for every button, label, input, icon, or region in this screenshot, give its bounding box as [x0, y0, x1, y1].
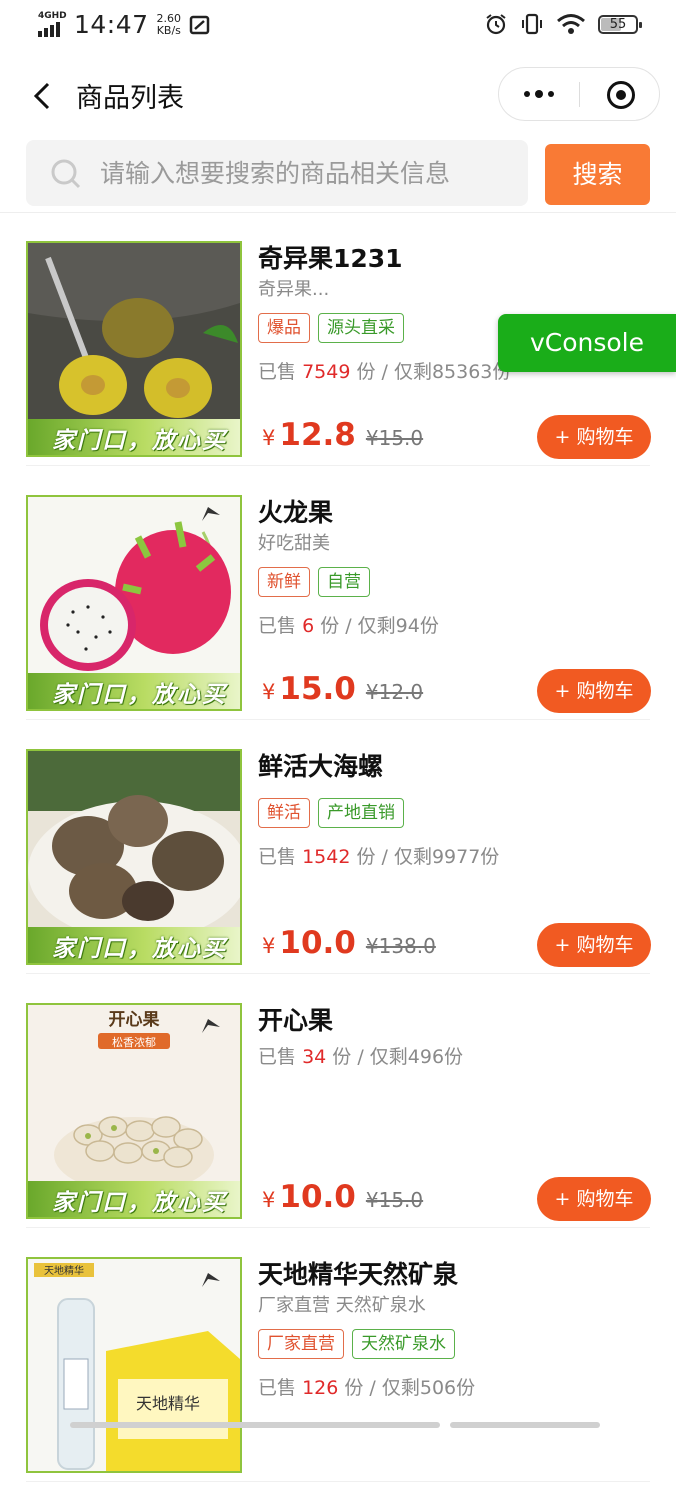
product-tag: 爆品: [258, 313, 310, 343]
product-name: 鲜活大海螺: [258, 752, 384, 781]
product-subtitle: 奇异果...: [258, 279, 330, 300]
add-to-cart-button[interactable]: + 购物车: [537, 669, 651, 713]
svg-text:天地精华: 天地精华: [136, 1394, 200, 1413]
nav-bar: 商品列表: [0, 62, 676, 128]
product-image[interactable]: 家门口，放心买: [26, 749, 242, 965]
image-banner: 家门口，放心买: [28, 419, 240, 455]
price: 15.0: [279, 671, 356, 707]
more-icon[interactable]: [521, 68, 557, 120]
product-tag: 天然矿泉水: [352, 1329, 455, 1359]
product-list: 家门口，放心买 奇异果1231 奇异果... 爆品 源头直采 已售 7549 份…: [0, 222, 676, 1492]
sales-info: 已售 1542 份 / 仅剩9977份: [258, 846, 500, 868]
sales-info: 已售 6 份 / 仅剩94份: [258, 615, 439, 637]
product-item[interactable]: 开心果 松香浓郁 家门口，放心买 开心果 已售 34 份 / 仅剩496份 ¥1…: [0, 984, 676, 1238]
product-item[interactable]: 天地精华 天地精华 天地精华天然矿泉 厂家直营 天然矿泉水 厂家直营 天然矿泉水…: [0, 1238, 676, 1492]
price: 12.8: [279, 417, 356, 453]
product-tag: 源头直采: [318, 313, 404, 343]
alarm-icon: [486, 14, 506, 35]
original-price: ¥138.0: [365, 934, 436, 958]
product-name: 火龙果: [258, 498, 334, 527]
battery-indicator: 55: [598, 14, 642, 34]
price-row: ¥10.0 ¥15.0: [262, 1179, 424, 1215]
product-name: 奇异果1231: [258, 244, 403, 273]
page-title: 商品列表: [76, 83, 184, 114]
product-tag: 自营: [318, 567, 370, 597]
product-name: 天地精华天然矿泉: [258, 1260, 459, 1289]
original-price: ¥15.0: [365, 1188, 424, 1212]
sales-info: 已售 126 份 / 仅剩506份: [258, 1377, 476, 1399]
scroll-indicator: [0, 1418, 676, 1428]
product-item[interactable]: 家门口，放心买 火龙果 好吃甜美 新鲜 自营 已售 6 份 / 仅剩94份 ¥1…: [0, 476, 676, 730]
search-box[interactable]: [26, 140, 528, 206]
search-icon: [51, 159, 81, 189]
price-row: ¥10.0 ¥138.0: [262, 925, 436, 961]
product-tag: 产地直销: [318, 798, 404, 828]
signal-icon: 4GHD: [36, 10, 67, 39]
svg-text:松香浓郁: 松香浓郁: [112, 1035, 156, 1049]
original-price: ¥15.0: [365, 426, 424, 450]
price-row: ¥12.8 ¥15.0: [262, 417, 424, 453]
vconsole-button[interactable]: vConsole: [498, 314, 676, 372]
add-to-cart-button[interactable]: + 购物车: [537, 415, 651, 459]
status-bar: 4GHD 14:47 2.60 KB/s 55: [0, 0, 676, 52]
screenshot-icon: [189, 15, 210, 34]
svg-text:天地精华: 天地精华: [44, 1264, 84, 1277]
wifi-icon: [557, 14, 585, 34]
product-image[interactable]: 开心果 松香浓郁 家门口，放心买: [26, 1003, 242, 1219]
product-image[interactable]: 天地精华 天地精华: [26, 1257, 242, 1473]
image-banner: 家门口，放心买: [28, 927, 240, 963]
product-image[interactable]: 家门口，放心买: [26, 241, 242, 457]
network-speed: 2.60 KB/s: [156, 11, 182, 37]
search-bar: 搜索: [0, 140, 676, 213]
product-name: 开心果: [258, 1006, 334, 1035]
product-image[interactable]: 家门口，放心买: [26, 495, 242, 711]
close-mini-program-icon[interactable]: [607, 81, 635, 109]
product-subtitle: 好吃甜美: [258, 533, 330, 554]
network-type: 4GHD: [38, 10, 67, 21]
price: 10.0: [279, 1179, 356, 1215]
product-subtitle: 厂家直营 天然矿泉水: [258, 1295, 426, 1316]
product-tag: 鲜活: [258, 798, 310, 828]
add-to-cart-button[interactable]: + 购物车: [537, 923, 651, 967]
product-tag: 厂家直营: [258, 1329, 344, 1359]
vibrate-icon: [522, 13, 542, 35]
mini-program-capsule: [498, 67, 660, 121]
search-input[interactable]: [100, 140, 520, 206]
image-banner: 家门口，放心买: [28, 1181, 240, 1217]
price: 10.0: [279, 925, 356, 961]
search-button[interactable]: 搜索: [545, 144, 650, 205]
back-arrow-icon[interactable]: [26, 78, 62, 114]
price-row: ¥15.0 ¥12.0: [262, 671, 424, 707]
product-item[interactable]: 家门口，放心买 鲜活大海螺 鲜活 产地直销 已售 1542 份 / 仅剩9977…: [0, 730, 676, 984]
sales-info: 已售 34 份 / 仅剩496份: [258, 1046, 464, 1068]
product-tag: 新鲜: [258, 567, 310, 597]
image-banner: 家门口，放心买: [28, 673, 240, 709]
original-price: ¥12.0: [365, 680, 424, 704]
add-to-cart-button[interactable]: + 购物车: [537, 1177, 651, 1221]
svg-text:开心果: 开心果: [109, 1010, 160, 1030]
clock: 14:47: [74, 10, 149, 39]
